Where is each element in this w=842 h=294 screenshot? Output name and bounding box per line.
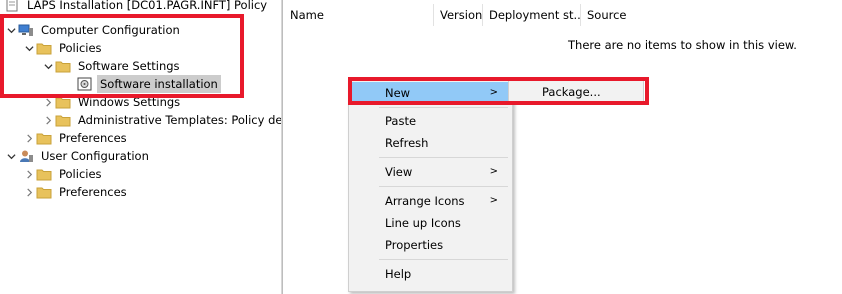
tree-item-user-configuration[interactable]: User Configuration <box>4 147 152 165</box>
tree-item-label: User Configuration <box>41 149 149 163</box>
annotation-box-tree <box>0 14 244 98</box>
chevron-right-icon[interactable] <box>41 113 55 127</box>
column-header-deployment-state[interactable]: Deployment st... <box>483 4 581 26</box>
menu-item-line-up-icons[interactable]: Line up Icons <box>351 212 510 234</box>
menu-item-properties[interactable]: Properties <box>351 234 510 256</box>
tree-item-policy-root[interactable]: LAPS Installation [DC01.PAGR.INFT] Polic… <box>4 0 270 14</box>
tree-item-user-preferences[interactable]: Preferences <box>22 183 130 201</box>
menu-item-paste[interactable]: Paste <box>351 110 510 132</box>
submenu-arrow-icon: > <box>489 195 498 206</box>
folder-icon <box>36 131 52 145</box>
empty-list-message: There are no items to show in this view. <box>568 38 797 52</box>
menu-separator <box>379 259 508 260</box>
tree-item-label: Administrative Templates: Policy defi <box>78 113 281 127</box>
pane-splitter[interactable] <box>281 0 283 294</box>
tree-item-administrative-templates[interactable]: Administrative Templates: Policy defi <box>41 111 281 129</box>
menu-separator <box>379 107 508 108</box>
menu-item-refresh[interactable]: Refresh <box>351 132 510 154</box>
chevron-right-icon[interactable] <box>22 185 36 199</box>
tree-item-label: Preferences <box>59 131 127 145</box>
chevron-right-icon[interactable] <box>22 131 36 145</box>
folder-icon <box>36 185 52 199</box>
menu-separator <box>379 186 508 187</box>
policy-icon <box>4 0 20 12</box>
annotation-box-new-package <box>348 77 649 105</box>
column-header-name[interactable]: Name <box>284 4 434 26</box>
menu-item-label: Arrange Icons <box>385 194 465 208</box>
submenu-arrow-icon: > <box>489 166 498 177</box>
tree-item-preferences[interactable]: Preferences <box>22 129 130 147</box>
chevron-right-icon[interactable] <box>22 167 36 181</box>
menu-item-label: View <box>385 165 413 179</box>
tree-item-user-policies[interactable]: Policies <box>22 165 105 183</box>
menu-item-help[interactable]: Help <box>351 263 510 285</box>
column-headers: Name Version Deployment st... Source <box>284 4 842 26</box>
tree-item-label: Preferences <box>59 185 127 199</box>
menu-separator <box>379 157 508 158</box>
column-header-source[interactable]: Source <box>581 4 701 26</box>
tree-item-label: Policies <box>59 167 102 181</box>
user-config-icon <box>18 149 34 163</box>
menu-item-view[interactable]: View > <box>351 161 510 183</box>
menu-item-arrange-icons[interactable]: Arrange Icons > <box>351 190 510 212</box>
folder-icon <box>36 167 52 181</box>
column-header-version[interactable]: Version <box>434 4 483 26</box>
chevron-down-icon[interactable] <box>4 149 18 163</box>
context-menu: New > Paste Refresh View > Arrange Icons… <box>348 80 513 292</box>
folder-icon <box>55 113 71 127</box>
tree-item-label: LAPS Installation [DC01.PAGR.INFT] Polic… <box>27 0 268 12</box>
